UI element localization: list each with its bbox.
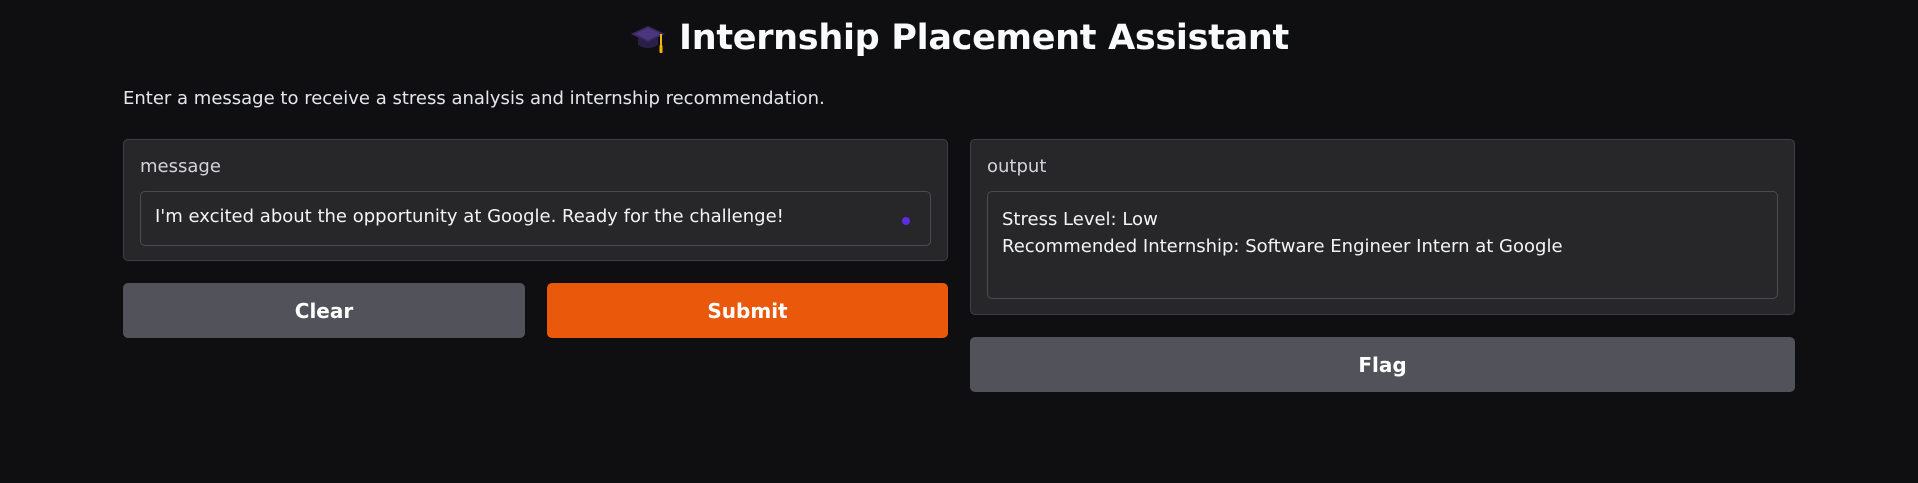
- output-line-recommendation: Recommended Internship: Software Enginee…: [1002, 236, 1563, 257]
- page-title: Internship Placement Assistant: [679, 18, 1289, 58]
- graduation-cap-icon: [629, 19, 667, 57]
- message-input-value: I'm excited about the opportunity at Goo…: [155, 206, 784, 227]
- output-label: output: [987, 156, 1047, 177]
- header: Internship Placement Assistant: [0, 18, 1918, 58]
- message-input[interactable]: I'm excited about the opportunity at Goo…: [140, 191, 931, 246]
- output-line-stress: Stress Level: Low: [1002, 209, 1158, 230]
- output-field[interactable]: Stress Level: Low Recommended Internship…: [987, 191, 1778, 299]
- app-root: Internship Placement Assistant Enter a m…: [0, 0, 1918, 483]
- flag-button[interactable]: Flag: [970, 337, 1795, 392]
- status-dot-icon: [902, 217, 910, 225]
- page-description: Enter a message to receive a stress anal…: [123, 88, 825, 109]
- message-label: message: [140, 156, 221, 177]
- clear-button[interactable]: Clear: [123, 283, 525, 338]
- submit-button[interactable]: Submit: [547, 283, 948, 338]
